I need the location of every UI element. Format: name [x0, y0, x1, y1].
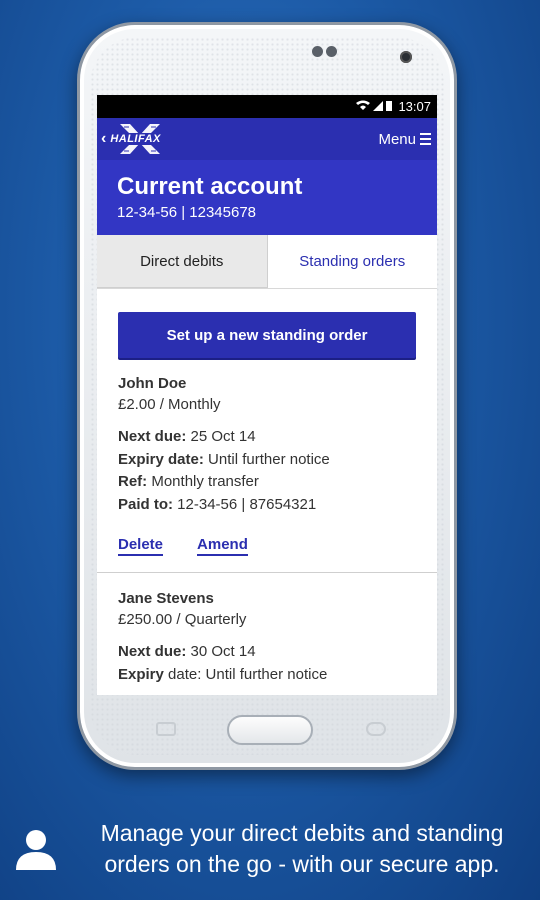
home-button[interactable]	[227, 715, 313, 745]
next-due-value: 25 Oct 14	[190, 428, 256, 445]
account-details: 12-34-56 | 12345678	[117, 204, 257, 221]
back-key[interactable]	[366, 722, 386, 736]
wifi-signal-battery-icon	[356, 100, 393, 111]
caption-text: Manage your direct debits and standing o…	[100, 820, 504, 877]
sensor-dot	[312, 46, 323, 57]
new-standing-order-button[interactable]: Set up a new standing order	[118, 312, 416, 358]
next-due-value: 30 Oct 14	[190, 643, 256, 660]
payee-name: Jane Stevens	[118, 590, 214, 607]
list-item: Jane Stevens £250.00 / Quarterly Next du…	[118, 573, 416, 686]
ref-value: Monthly transfer	[151, 473, 259, 490]
tab-bar: Direct debits Standing orders	[97, 235, 437, 289]
hamburger-icon	[420, 133, 431, 145]
payment-amount: £250.00 / Quarterly	[118, 611, 247, 628]
page-title: Current account	[117, 173, 303, 200]
expiry-label: Expiry date:	[118, 450, 204, 468]
status-bar: 13:07	[97, 95, 437, 118]
expiry-value: Until further notice	[208, 450, 330, 468]
menu-button[interactable]: Menu	[378, 131, 431, 148]
next-due-row: Next due: 25 Oct 14	[118, 426, 416, 449]
next-due-label: Next due:	[118, 643, 187, 660]
next-due-label: Next due:	[118, 428, 187, 445]
tab-direct-debits[interactable]: Direct debits	[97, 235, 268, 288]
ref-label: Ref:	[118, 473, 148, 490]
back-home-link[interactable]: ‹ HALIFAX	[101, 124, 170, 154]
person-icon	[16, 830, 56, 870]
sensor-dot	[326, 46, 337, 57]
list-item: John Doe £2.00 / Monthly Next due: 25 Oc…	[118, 358, 416, 572]
menu-label: Menu	[378, 130, 416, 148]
logo-text: HALIFAX	[108, 133, 163, 145]
promo-caption: Manage your direct debits and standing o…	[0, 800, 540, 900]
expiry-label: Expiry	[118, 665, 164, 683]
ref-row: Ref: Monthly transfer	[118, 471, 416, 494]
standing-orders-list: Set up a new standing order John Doe £2.…	[97, 289, 437, 686]
back-chevron-icon: ‹	[101, 130, 107, 147]
expiry-row: Expiry date: Until further notice	[118, 664, 416, 687]
signal-icons	[355, 99, 393, 114]
order-actions: Delete Amend	[118, 536, 416, 572]
account-header: Current account 12-34-56 | 12345678	[97, 160, 437, 235]
expiry-value: date: Until further notice	[168, 665, 328, 683]
halifax-logo: HALIFAX	[108, 124, 170, 154]
front-camera	[400, 51, 412, 63]
paid-to-row: Paid to: 12-34-56 | 87654321	[118, 494, 416, 517]
phone-screen: 13:07 ‹ HALIFAX Menu Current account 12-…	[97, 95, 437, 695]
delete-link[interactable]: Delete	[118, 536, 164, 556]
app-bar: ‹ HALIFAX Menu	[97, 118, 437, 160]
recent-apps-key[interactable]	[156, 722, 176, 736]
paid-to-label: Paid to:	[118, 495, 173, 513]
amend-link[interactable]: Amend	[197, 536, 248, 556]
payee-name: John Doe	[118, 375, 187, 392]
expiry-row: Expiry date: Until further notice	[118, 449, 416, 472]
payment-amount: £2.00 / Monthly	[118, 396, 221, 413]
paid-to-value: 12-34-56 | 87654321	[177, 495, 317, 513]
tab-standing-orders[interactable]: Standing orders	[267, 235, 437, 288]
next-due-row: Next due: 30 Oct 14	[118, 641, 416, 664]
clock: 13:07	[398, 99, 431, 114]
